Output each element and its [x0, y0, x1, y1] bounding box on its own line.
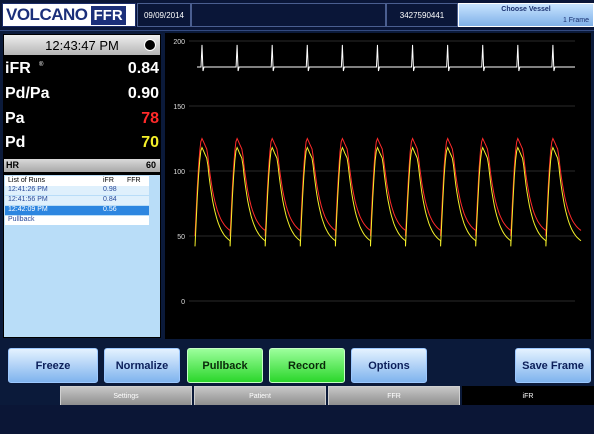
patient-id: 3427590441: [386, 3, 458, 27]
options-button[interactable]: Options: [351, 348, 427, 383]
pa-row: Pa 78: [3, 110, 161, 134]
pdpa-value: 0.90: [127, 85, 159, 102]
save-frame-button[interactable]: Save Frame: [515, 348, 591, 383]
normalize-button[interactable]: Normalize: [104, 348, 180, 383]
tab-ifr[interactable]: iFR: [462, 386, 594, 407]
pd-pressure-trace: [194, 146, 582, 247]
run-time: 12:41:56 PM: [8, 196, 48, 203]
vessel-button-label: Choose Vessel: [501, 6, 551, 13]
ifr-label: iFR: [5, 60, 31, 77]
run-row[interactable]: 12:41:26 PM 0.98: [5, 186, 149, 195]
runs-title: List of Runs: [8, 177, 45, 184]
frame-count: 1 Frame: [562, 17, 589, 24]
brand-name: VOLCANO: [6, 5, 88, 24]
clock-display: 12:43:47 PM: [4, 35, 160, 55]
ifr-value: 0.84: [127, 60, 159, 77]
run-row[interactable]: 12:41:56 PM 0.84: [5, 196, 149, 205]
top-bar: VOLCANO FFR 09/09/2014 3427590441 Choose…: [0, 0, 594, 31]
run-ifr: 0.56: [103, 206, 117, 213]
y-tick-label: 150: [173, 104, 185, 111]
record-button[interactable]: Record: [269, 348, 345, 383]
volcano-ffr-logo: VOLCANO FFR: [2, 3, 136, 27]
current-time: 12:43:47 PM: [45, 37, 119, 53]
tab-patient[interactable]: Patient: [194, 386, 326, 407]
freeze-button[interactable]: Freeze: [8, 348, 98, 383]
ecg-trace: [197, 44, 575, 72]
ifr-row: iFR ® 0.84: [3, 60, 161, 84]
runs-col-ifr: iFR: [103, 177, 114, 184]
hr-label: HR: [6, 160, 19, 170]
readout-panel: 12:43:47 PM iFR ® 0.84 Pd/Pa 0.90 Pa 78 …: [3, 34, 161, 338]
y-tick-label: 200: [173, 39, 185, 46]
pullback-button[interactable]: Pullback: [187, 348, 263, 383]
run-row-selected[interactable]: 12:42:09 PM 0.56: [5, 206, 149, 215]
pressure-waveform-chart: 200 150 100 50 0: [165, 33, 591, 339]
pd-value: 70: [141, 134, 159, 151]
bottom-strip: [0, 405, 594, 434]
pullback-label: Pullback: [8, 216, 35, 223]
brand-product: FFR: [90, 5, 126, 25]
tab-settings[interactable]: Settings: [60, 386, 192, 407]
runs-list-header: List of Runs iFR FFR: [5, 176, 149, 186]
y-tick-label: 0: [181, 299, 185, 306]
runs-list: List of Runs iFR FFR 12:41:26 PM 0.98 12…: [4, 175, 160, 337]
run-time: 12:41:26 PM: [8, 186, 48, 193]
date-display: 09/09/2014: [137, 3, 191, 27]
run-ifr: 0.98: [103, 186, 117, 193]
record-indicator-icon: [144, 39, 156, 51]
waveform-svg: 200 150 100 50 0: [173, 39, 582, 306]
pdpa-row: Pd/Pa 0.90: [3, 85, 161, 109]
pa-value: 78: [141, 110, 159, 127]
run-ifr: 0.84: [103, 196, 117, 203]
tab-ffr[interactable]: FFR: [328, 386, 460, 407]
pdpa-label: Pd/Pa: [5, 85, 50, 102]
pd-row: Pd 70: [3, 134, 161, 158]
header-blank-field: [191, 3, 386, 27]
pa-label: Pa: [5, 110, 25, 127]
run-time: 12:42:09 PM: [8, 206, 48, 213]
choose-vessel-button[interactable]: Choose Vessel 1 Frame: [458, 3, 594, 27]
pd-label: Pd: [5, 134, 26, 151]
heart-rate-bar: HR 60: [4, 159, 160, 172]
runs-col-ffr: FFR: [127, 177, 141, 184]
y-tick-label: 50: [177, 234, 185, 241]
hr-value: 60: [145, 160, 156, 170]
pullback-list-item[interactable]: Pullback: [5, 216, 149, 225]
y-tick-label: 100: [173, 169, 185, 176]
registered-mark: ®: [39, 62, 44, 68]
